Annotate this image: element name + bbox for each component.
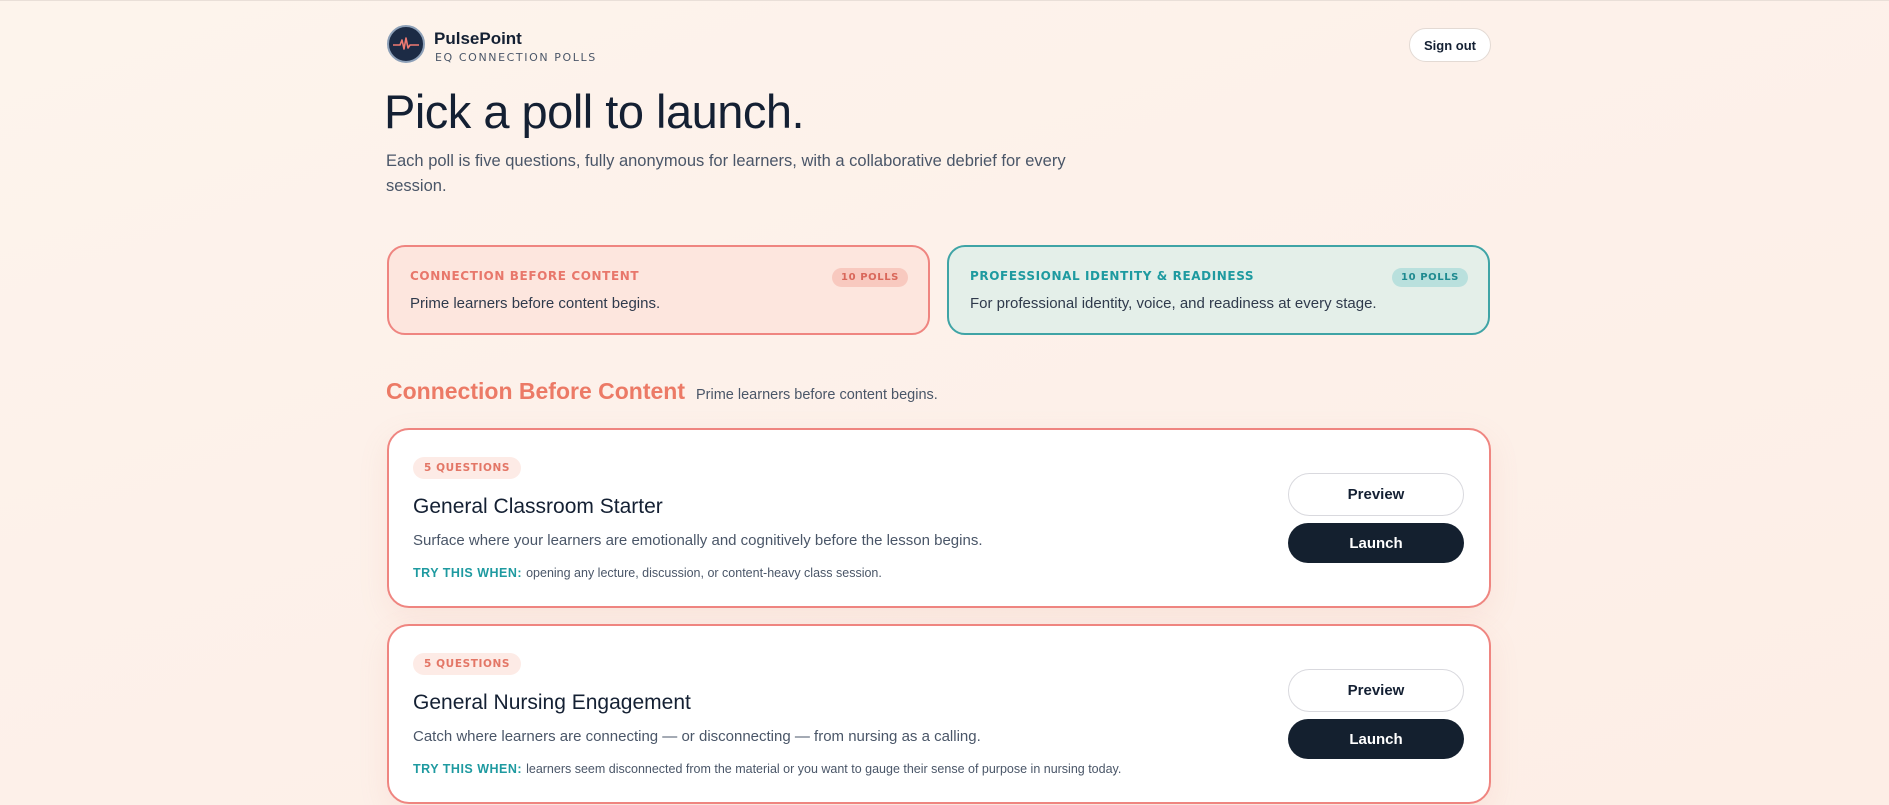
poll-try-this-when: TRY THIS WHEN: opening any lecture, discu… <box>413 566 882 580</box>
category-card-professional-identity[interactable]: PROFESSIONAL IDENTITY & READINESS 10 POL… <box>947 245 1490 335</box>
sign-out-button[interactable]: Sign out <box>1409 28 1491 62</box>
try-text: learners seem disconnected from the mate… <box>526 762 1122 776</box>
poll-try-this-when: TRY THIS WHEN: learners seem disconnected… <box>413 762 1121 776</box>
poll-card: 5 QUESTIONS General Nursing Engagement C… <box>387 624 1491 804</box>
page-title: Pick a poll to launch. <box>384 85 805 138</box>
category-count-badge: 10 POLLS <box>832 268 908 287</box>
poll-card: 5 QUESTIONS General Classroom Starter Su… <box>387 428 1491 608</box>
page-subtitle: Each poll is five questions, fully anony… <box>386 152 1066 195</box>
category-description: Prime learners before content begins. <box>410 295 661 312</box>
preview-button[interactable]: Preview <box>1288 669 1464 712</box>
question-count-badge: 5 QUESTIONS <box>413 457 522 479</box>
header: PulsePoint EQ CONNECTION POLLS Sign out <box>386 24 1491 68</box>
question-count-badge: 5 QUESTIONS <box>413 653 522 675</box>
pulse-logo-icon <box>387 25 425 63</box>
brand-name: PulsePoint <box>434 29 522 48</box>
poll-title: General Nursing Engagement <box>413 691 691 714</box>
poll-description: Surface where your learners are emotiona… <box>413 532 983 549</box>
top-border <box>0 0 1889 1</box>
section-description: Prime learners before content begins. <box>696 387 938 403</box>
try-label: TRY THIS WHEN: <box>413 566 523 580</box>
category-count-badge: 10 POLLS <box>1392 268 1468 287</box>
launch-button[interactable]: Launch <box>1288 523 1464 563</box>
category-card-connection[interactable]: CONNECTION BEFORE CONTENT 10 POLLS Prime… <box>387 245 930 335</box>
section-title: Connection Before Content <box>386 378 685 404</box>
preview-button[interactable]: Preview <box>1288 473 1464 516</box>
poll-title: General Classroom Starter <box>413 495 663 518</box>
brand-subtitle: EQ CONNECTION POLLS <box>435 51 597 64</box>
try-text: opening any lecture, discussion, or cont… <box>526 566 882 580</box>
category-description: For professional identity, voice, and re… <box>970 295 1377 312</box>
launch-button[interactable]: Launch <box>1288 719 1464 759</box>
try-label: TRY THIS WHEN: <box>413 762 523 776</box>
poll-description: Catch where learners are connecting — or… <box>413 728 981 745</box>
